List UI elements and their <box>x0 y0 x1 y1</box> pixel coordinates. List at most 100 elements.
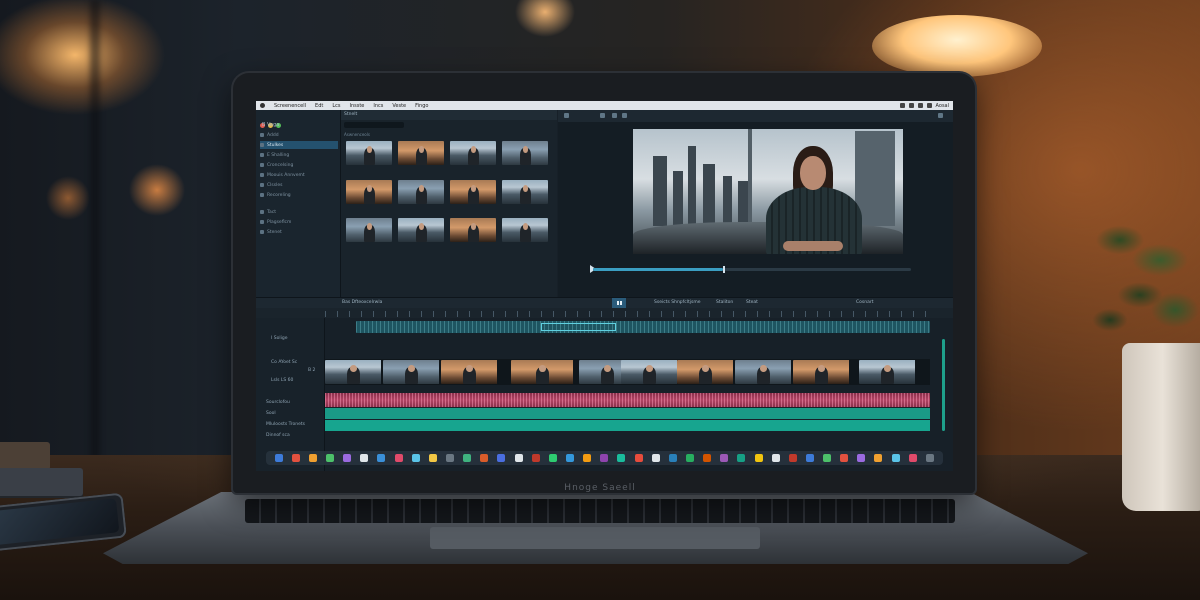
apple-icon[interactable] <box>260 103 265 108</box>
app-icon[interactable] <box>857 454 866 462</box>
settings-icon[interactable] <box>938 113 943 118</box>
filter-icon[interactable] <box>612 113 617 118</box>
grid-icon[interactable] <box>564 113 569 118</box>
timeline-selection[interactable] <box>541 323 616 331</box>
scrubber-playhead[interactable] <box>723 266 725 273</box>
media-thumbnail[interactable] <box>398 180 444 204</box>
app-icon[interactable] <box>634 454 643 462</box>
timeline-clip[interactable] <box>677 360 735 384</box>
app-icon[interactable] <box>874 454 883 462</box>
timeline-clip[interactable] <box>383 360 441 384</box>
video-preview[interactable] <box>633 129 903 254</box>
menu-item[interactable]: Incs <box>373 103 383 109</box>
app-icon[interactable] <box>823 454 832 462</box>
app-icon[interactable] <box>840 454 849 462</box>
media-search-input[interactable] <box>344 122 404 128</box>
app-icon[interactable] <box>891 454 900 462</box>
sidebar-item[interactable]: Tact <box>260 208 338 216</box>
media-thumbnail[interactable] <box>398 218 444 242</box>
media-thumbnail[interactable] <box>398 141 444 165</box>
audio-track-waveform[interactable] <box>325 393 930 407</box>
audio-track-effects[interactable] <box>325 420 930 431</box>
sidebar-item[interactable]: Stenet <box>260 228 338 236</box>
video-track[interactable] <box>325 359 930 385</box>
app-icon[interactable] <box>394 454 403 462</box>
timeline-scrollbar[interactable] <box>942 339 945 431</box>
app-icon[interactable] <box>548 454 557 462</box>
media-thumbnail[interactable] <box>346 180 392 204</box>
app-icon[interactable] <box>651 454 660 462</box>
app-icon[interactable] <box>600 454 609 462</box>
sidebar-item-active[interactable]: Stulkes <box>260 141 338 149</box>
media-thumbnail[interactable] <box>346 218 392 242</box>
media-thumbnail[interactable] <box>502 141 548 165</box>
media-thumbnail[interactable] <box>346 141 392 165</box>
app-icon[interactable] <box>445 454 454 462</box>
app-icon[interactable] <box>377 454 386 462</box>
timeline-clip[interactable] <box>325 360 383 384</box>
wifi-icon[interactable] <box>908 102 914 108</box>
app-icon[interactable] <box>308 454 317 462</box>
sidebar-item[interactable]: Croncelsing <box>260 161 338 169</box>
app-icon[interactable] <box>463 454 472 462</box>
sidebar-item[interactable]: Plagseflcm <box>260 218 338 226</box>
crop-icon[interactable] <box>622 113 627 118</box>
toolbar-label[interactable]: Bas Dfteoxcelrwla <box>342 300 382 305</box>
timeline-clip[interactable] <box>441 360 499 384</box>
media-thumbnail[interactable] <box>450 180 496 204</box>
timeline-ruler[interactable] <box>325 311 930 317</box>
app-icon[interactable] <box>703 454 712 462</box>
menu-item[interactable]: Insste <box>349 103 364 109</box>
timeline-clip-overlay[interactable] <box>356 321 930 333</box>
app-icon[interactable] <box>737 454 746 462</box>
app-icon[interactable] <box>617 454 626 462</box>
media-thumbnail[interactable] <box>450 218 496 242</box>
battery-icon[interactable] <box>917 102 923 108</box>
play-pause-button[interactable] <box>612 298 626 308</box>
app-icon[interactable] <box>754 454 763 462</box>
search-icon[interactable] <box>926 102 932 108</box>
toolbar-label[interactable]: Steat <box>746 300 758 305</box>
app-icon[interactable] <box>908 454 917 462</box>
menu-item[interactable]: Edt <box>315 103 323 109</box>
timeline-clip[interactable] <box>859 360 917 384</box>
app-icon[interactable] <box>497 454 506 462</box>
trash-icon[interactable] <box>925 454 934 462</box>
app-icon[interactable] <box>788 454 797 462</box>
finder-icon[interactable] <box>274 454 283 462</box>
list-icon[interactable] <box>600 113 605 118</box>
app-icon[interactable] <box>480 454 489 462</box>
timeline-clip[interactable] <box>735 360 793 384</box>
app-icon[interactable] <box>771 454 780 462</box>
toolbar-label[interactable]: Staliton <box>716 300 733 305</box>
media-thumbnail[interactable] <box>450 141 496 165</box>
app-icon[interactable] <box>583 454 592 462</box>
sidebar-item[interactable]: Addd <box>260 131 338 139</box>
toolbar-label[interactable]: Cosnart <box>856 300 873 305</box>
app-icon[interactable] <box>805 454 814 462</box>
menu-item[interactable]: Fingo <box>415 103 428 109</box>
sidebar-item[interactable]: Recoreling <box>260 191 338 199</box>
sidebar-item[interactable]: Clssles <box>260 181 338 189</box>
menu-item[interactable]: Veste <box>392 103 406 109</box>
media-tab[interactable]: Stnelt <box>344 112 357 117</box>
app-icon[interactable] <box>343 454 352 462</box>
app-icon[interactable] <box>428 454 437 462</box>
playback-scrubber[interactable] <box>593 266 911 273</box>
audio-track-music[interactable] <box>325 408 930 419</box>
app-icon[interactable] <box>668 454 677 462</box>
app-icon[interactable] <box>514 454 523 462</box>
sidebar-item[interactable]: E Shalling <box>260 151 338 159</box>
app-icon[interactable] <box>531 454 540 462</box>
status-icon[interactable] <box>899 102 905 108</box>
menu-item[interactable]: Lcs <box>332 103 340 109</box>
timeline-clip[interactable] <box>511 360 575 384</box>
app-icon[interactable] <box>360 454 369 462</box>
app-icon[interactable] <box>720 454 729 462</box>
media-thumbnail[interactable] <box>502 218 548 242</box>
app-icon[interactable] <box>565 454 574 462</box>
app-icon[interactable] <box>411 454 420 462</box>
menu-item[interactable]: Screenencell <box>274 103 306 109</box>
app-icon[interactable] <box>325 454 334 462</box>
app-icon[interactable] <box>685 454 694 462</box>
